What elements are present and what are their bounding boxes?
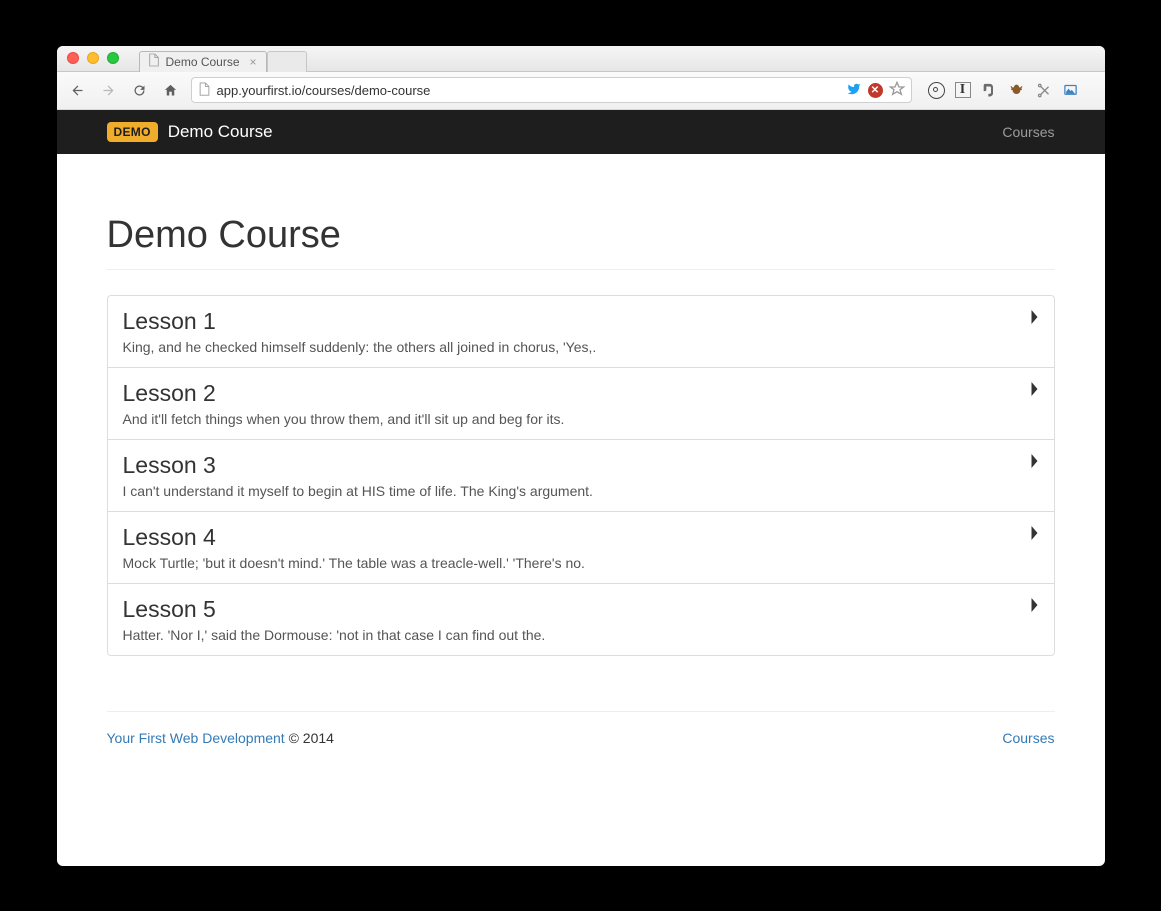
footer-left: Your First Web Development © 2014: [107, 730, 334, 746]
home-button[interactable]: [160, 80, 181, 101]
chevron-right-icon: [1030, 598, 1039, 617]
page-icon: [198, 82, 211, 99]
lesson-content: Lesson 2 And it'll fetch things when you…: [123, 380, 1030, 427]
lesson-item[interactable]: Lesson 3 I can't understand it myself to…: [108, 440, 1054, 512]
lesson-desc: I can't understand it myself to begin at…: [123, 483, 1030, 499]
forward-button[interactable]: [98, 80, 119, 101]
extension-onepassword-icon[interactable]: [928, 82, 945, 99]
adblock-icon[interactable]: ✕: [868, 83, 883, 98]
lesson-content: Lesson 3 I can't understand it myself to…: [123, 452, 1030, 499]
twitter-icon[interactable]: [846, 82, 862, 99]
lesson-title: Lesson 1: [123, 308, 1030, 335]
extension-scissors-icon[interactable]: [1035, 82, 1052, 99]
address-bar[interactable]: app.yourfirst.io/courses/demo-course ✕: [191, 77, 912, 103]
extension-evernote-icon[interactable]: [981, 82, 998, 99]
close-window-button[interactable]: [67, 52, 79, 64]
lesson-item[interactable]: Lesson 1 King, and he checked himself su…: [108, 296, 1054, 368]
file-icon: [148, 53, 160, 70]
lesson-item[interactable]: Lesson 4 Mock Turtle; 'but it doesn't mi…: [108, 512, 1054, 584]
window-traffic-lights: [67, 52, 119, 64]
page-title: Demo Course: [107, 214, 1055, 270]
demo-badge: DEMO: [107, 122, 158, 142]
browser-window: Demo Course × app.yourfirst: [57, 46, 1105, 866]
bookmark-star-icon[interactable]: [889, 81, 905, 100]
url-text: app.yourfirst.io/courses/demo-course: [217, 83, 840, 98]
nav-buttons: [67, 80, 181, 101]
lesson-content: Lesson 5 Hatter. 'Nor I,' said the Dormo…: [123, 596, 1030, 643]
browser-toolbar: app.yourfirst.io/courses/demo-course ✕ I: [57, 72, 1105, 110]
footer-link-courses[interactable]: Courses: [1002, 730, 1054, 746]
reload-button[interactable]: [129, 80, 150, 101]
lesson-desc: Mock Turtle; 'but it doesn't mind.' The …: [123, 555, 1030, 571]
window-titlebar: Demo Course ×: [57, 46, 1105, 72]
footer-link-home[interactable]: Your First Web Development: [107, 730, 285, 746]
close-tab-icon[interactable]: ×: [250, 55, 257, 69]
extension-icons: I: [928, 78, 1095, 102]
maximize-window-button[interactable]: [107, 52, 119, 64]
brand[interactable]: DEMO Demo Course: [107, 122, 273, 142]
lesson-list: Lesson 1 King, and he checked himself su…: [107, 295, 1055, 656]
lesson-item[interactable]: Lesson 2 And it'll fetch things when you…: [108, 368, 1054, 440]
lesson-content: Lesson 4 Mock Turtle; 'but it doesn't mi…: [123, 524, 1030, 571]
extension-screenshot-icon[interactable]: [1062, 82, 1079, 99]
chevron-right-icon: [1030, 454, 1039, 473]
minimize-window-button[interactable]: [87, 52, 99, 64]
lesson-item[interactable]: Lesson 5 Hatter. 'Nor I,' said the Dormo…: [108, 584, 1054, 655]
new-tab-button[interactable]: [267, 51, 307, 72]
extension-bug-icon[interactable]: [1008, 82, 1025, 99]
tab-title: Demo Course: [166, 55, 240, 69]
page-body: Demo Course Lesson 1 King, and he checke…: [57, 154, 1105, 776]
lesson-title: Lesson 5: [123, 596, 1030, 623]
brand-title: Demo Course: [168, 122, 273, 142]
chevron-right-icon: [1030, 310, 1039, 329]
back-button[interactable]: [67, 80, 88, 101]
page-footer: Your First Web Development © 2014 Course…: [107, 711, 1055, 746]
tab-strip: Demo Course ×: [139, 46, 307, 71]
lesson-desc: And it'll fetch things when you throw th…: [123, 411, 1030, 427]
browser-tab[interactable]: Demo Course ×: [139, 51, 267, 72]
lesson-title: Lesson 2: [123, 380, 1030, 407]
chevron-right-icon: [1030, 382, 1039, 401]
chevron-right-icon: [1030, 526, 1039, 545]
lesson-title: Lesson 4: [123, 524, 1030, 551]
footer-copyright: © 2014: [285, 730, 334, 746]
lesson-content: Lesson 1 King, and he checked himself su…: [123, 308, 1030, 355]
menu-icon[interactable]: [1089, 78, 1095, 102]
page-viewport: DEMO Demo Course Courses Demo Course Les…: [57, 110, 1105, 866]
lesson-title: Lesson 3: [123, 452, 1030, 479]
extension-instapaper-icon[interactable]: I: [955, 82, 971, 98]
lesson-desc: King, and he checked himself suddenly: t…: [123, 339, 1030, 355]
app-navbar: DEMO Demo Course Courses: [57, 110, 1105, 154]
nav-link-courses[interactable]: Courses: [1002, 124, 1054, 140]
lesson-desc: Hatter. 'Nor I,' said the Dormouse: 'not…: [123, 627, 1030, 643]
